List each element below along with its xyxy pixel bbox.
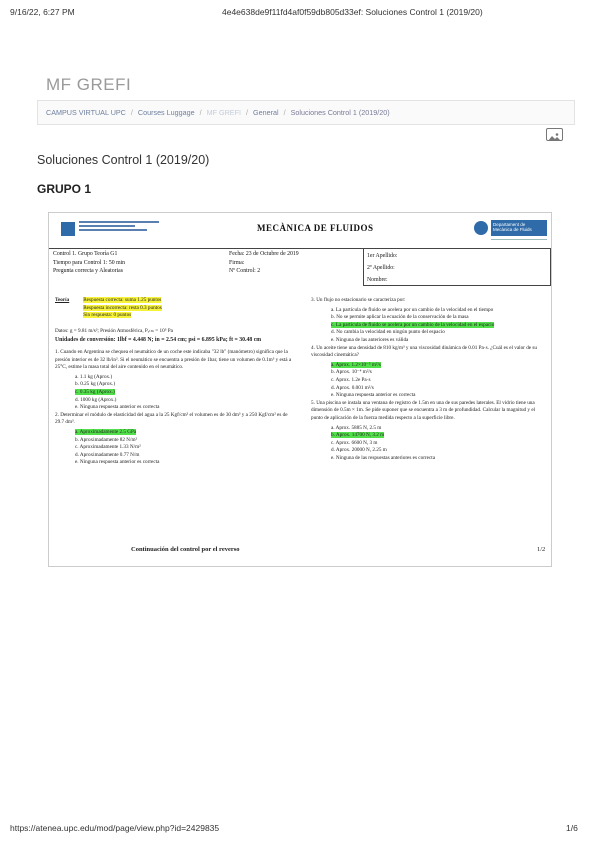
criteria-label: Teoría bbox=[55, 297, 70, 303]
exam-title: MECÀNICA DE FLUIDOS bbox=[257, 223, 374, 233]
info-line: Tiempo para Control 1: 50 min bbox=[53, 259, 126, 266]
print-datetime: 9/16/22, 6:27 PM bbox=[10, 7, 75, 17]
q4-option: d. Aprox. 0.001 m²/s bbox=[331, 384, 374, 391]
q2-option: d. Aproximadamente 0.77 N/m bbox=[75, 451, 140, 458]
q2-option-correct: a. Aproximadamente 2.5 GPa bbox=[75, 428, 137, 435]
q2-option: b. Aproximadamente 82 N/m² bbox=[75, 436, 138, 443]
upc-logo-text bbox=[79, 221, 159, 233]
site-title[interactable]: MF GREFI bbox=[46, 75, 131, 95]
exam-footer: Continuación del control por el reverso bbox=[131, 546, 240, 553]
q1-option: d. 1000 kg (Aprox.) bbox=[75, 396, 117, 403]
q1-option: e. Ninguna respuesta anterior es correct… bbox=[75, 404, 160, 411]
breadcrumb-separator: / bbox=[245, 108, 248, 117]
q5-option: a. Aprox. 5885 N, 2.5 m bbox=[331, 424, 382, 431]
criteria: Teoría Respuesta correcta: suma 1.25 pun… bbox=[55, 297, 295, 320]
divider bbox=[491, 239, 547, 240]
dept-logo-icon bbox=[474, 221, 488, 235]
breadcrumb-current: Soluciones Control 1 (2019/20) bbox=[290, 108, 390, 117]
page-title: Soluciones Control 1 (2019/20) bbox=[37, 153, 210, 167]
q4-option-correct: a. Aprox. 1.2×10⁻⁵ m²/s bbox=[331, 361, 381, 368]
info-line: 1er Apellido: bbox=[367, 253, 398, 259]
q3-option-correct: c. La partícula de fluido se acelera por… bbox=[331, 321, 495, 328]
q4-option: c. Aprox. 1.2e Pa·s bbox=[331, 376, 371, 383]
info-line: Fecha: 23 de Octubre de 2019 bbox=[229, 251, 299, 257]
breadcrumb: CAMPUS VIRTUAL UPC / Courses Luggage / M… bbox=[37, 100, 575, 125]
breadcrumb-separator: / bbox=[283, 108, 286, 117]
breadcrumb-separator: / bbox=[130, 108, 133, 117]
exam-right-column: 3. Un flujo no estacionario se caracteri… bbox=[311, 297, 547, 462]
conversion-line: Unidades de conversión: 1lbf = 4.448 N; … bbox=[55, 337, 262, 344]
q3-option: d. No cambia la velocidad en ningún punt… bbox=[331, 329, 445, 336]
dept-name: Departament de Mecànica de Fluids bbox=[491, 220, 547, 236]
criteria-line: Sin respuesta: 0 puntos bbox=[83, 312, 132, 319]
info-line: Control 1. Grupo Teoría G1 bbox=[53, 251, 118, 257]
q4-option: b. Aprox. 10⁻⁴ m²/s bbox=[331, 369, 372, 376]
q1-option: b. 0.25 kg (Aprox.) bbox=[75, 381, 116, 388]
print-page-number: 1/6 bbox=[566, 823, 578, 833]
breadcrumb-course[interactable]: MF GREFI bbox=[207, 108, 241, 117]
question-1: 1. Cuando en Argentina se chequea el neu… bbox=[55, 348, 292, 371]
info-right: 1er Apellido: 2º Apellido: Nombre: bbox=[367, 250, 397, 286]
print-doc-title: 4e4e638de9f11fd4af0f59db805d33ef: Soluci… bbox=[222, 7, 483, 17]
q3-option: a. La partícula de fluido se acelera por… bbox=[331, 306, 494, 313]
q3-option: b. No se permite aplicar la ecuación de … bbox=[331, 314, 469, 321]
breadcrumb-courses[interactable]: Courses Luggage bbox=[138, 108, 195, 117]
q1-option-correct: c. 0.35 kg (Aprox.) bbox=[75, 388, 115, 395]
q2-option: e. Ninguna respuesta anterior es correct… bbox=[75, 459, 160, 466]
image-icon[interactable] bbox=[546, 128, 563, 141]
q2-option: c. Aproximadamente 1.33 N/m² bbox=[75, 444, 141, 451]
breadcrumb-separator: / bbox=[199, 108, 202, 117]
criteria-line: Respuesta correcta: suma 1.25 puntos bbox=[83, 297, 162, 303]
question-3: 3. Un flujo no estacionario se caracteri… bbox=[311, 297, 406, 303]
q5-option-correct: b. Aprox. 14700 N, 3.2 m bbox=[331, 432, 385, 439]
q5-option: d. Aprox. 20000 N, 2.25 m bbox=[331, 447, 387, 454]
group-title: GRUPO 1 bbox=[37, 182, 92, 196]
info-line: Firma: bbox=[229, 259, 245, 266]
info-line: Nombre: bbox=[367, 277, 388, 283]
info-mid: Fecha: 23 de Octubre de 2019 Firma: Nº C… bbox=[229, 250, 299, 276]
info-line: Nº Control: 2 bbox=[229, 268, 261, 274]
breadcrumb-general[interactable]: General bbox=[253, 108, 279, 117]
exam-image: MECÀNICA DE FLUIDOS Departament de Mecàn… bbox=[48, 212, 552, 567]
exam-left-column: Teoría Respuesta correcta: suma 1.25 pun… bbox=[55, 297, 295, 467]
question-5: 5. Una piscina se instala una ventana de… bbox=[311, 399, 536, 421]
print-url: https://atenea.upc.edu/mod/page/view.php… bbox=[10, 823, 220, 833]
question-2: 2. Determinar el módulo de elasticidad d… bbox=[55, 411, 288, 426]
q4-option: e. Ninguna respuesta anterior es correct… bbox=[331, 392, 416, 399]
q5-option: e. Ninguna de las respuestas anteriores … bbox=[331, 454, 435, 461]
info-line: 2º Apellido: bbox=[367, 265, 395, 271]
exam-page-number: 1/2 bbox=[537, 546, 546, 553]
data-line: Datos: g = 9.81 m/s²; Presión Atmosféric… bbox=[55, 327, 173, 334]
criteria-line: Respuesta incorrecta: resta 0.3 puntos bbox=[83, 304, 162, 311]
q3-option: e. Ninguna de las anteriores es válida bbox=[331, 336, 409, 343]
breadcrumb-home[interactable]: CAMPUS VIRTUAL UPC bbox=[46, 108, 126, 117]
upc-logo-icon bbox=[61, 222, 75, 236]
q5-option: c. Aprox. 6600 N, 3 m bbox=[331, 439, 378, 446]
question-4: 4. Un aceite tiene una densidad de 810 k… bbox=[311, 344, 537, 359]
info-left: Control 1. Grupo Teoría G1 Tiempo para C… bbox=[53, 250, 125, 276]
info-line: Pregunta correcta y Aleatorias bbox=[53, 268, 124, 274]
